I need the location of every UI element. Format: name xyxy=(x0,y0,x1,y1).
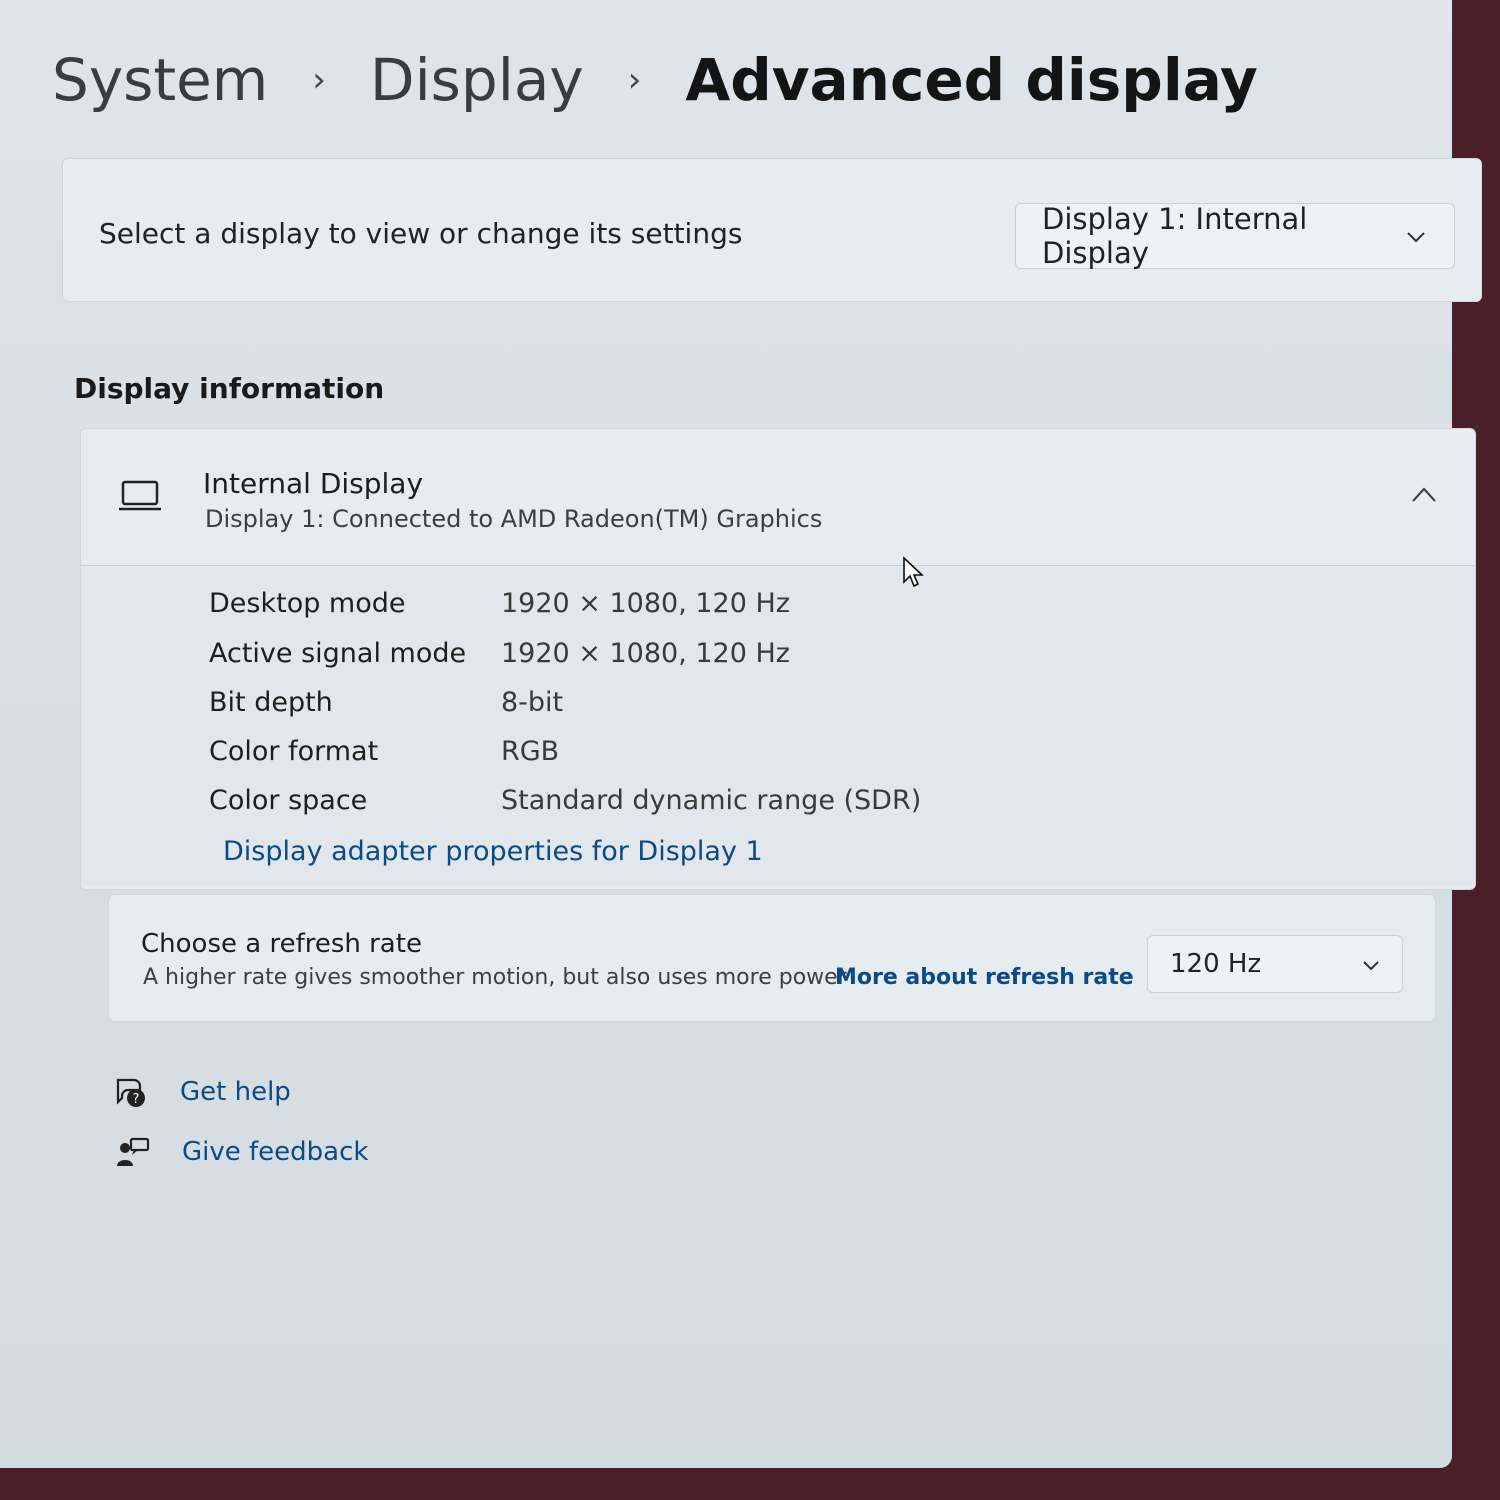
page-title: Advanced display xyxy=(685,46,1258,114)
display-information-heading: Display information xyxy=(74,372,385,405)
settings-window: System › Display › Advanced display Sele… xyxy=(0,0,1482,1468)
feedback-icon xyxy=(117,1137,150,1166)
laptop-icon xyxy=(119,480,161,511)
select-display-card: Select a display to view or change its s… xyxy=(62,158,1482,302)
display-select-dropdown[interactable]: Display 1: Internal Display xyxy=(1015,202,1455,270)
mouse-cursor-icon xyxy=(903,556,925,588)
display-name: Internal Display xyxy=(203,467,424,500)
chevron-up-icon[interactable] xyxy=(1411,485,1437,505)
chevron-down-icon xyxy=(1406,224,1426,248)
desktop-mode-value: 1920 × 1080, 120 Hz xyxy=(501,588,790,619)
breadcrumb-separator: › xyxy=(312,60,326,100)
color-format-value: RGB xyxy=(501,736,560,767)
select-display-label: Select a display to view or change its s… xyxy=(99,217,743,250)
refresh-rate-title: Choose a refresh rate xyxy=(141,929,422,959)
get-help-link[interactable]: ? Get help xyxy=(114,1076,291,1108)
display-information-card: Internal Display Display 1: Connected to… xyxy=(80,428,1476,890)
refresh-rate-value: 120 Hz xyxy=(1170,949,1262,979)
breadcrumb: System › Display › Advanced display xyxy=(52,40,1258,120)
breadcrumb-system[interactable]: System xyxy=(52,46,268,114)
get-help-label: Get help xyxy=(180,1077,291,1107)
active-signal-mode-label: Active signal mode xyxy=(209,638,467,669)
give-feedback-link[interactable]: Give feedback xyxy=(116,1136,368,1168)
bit-depth-value: 8-bit xyxy=(501,687,564,718)
svg-text:?: ? xyxy=(133,1092,140,1107)
color-space-label: Color space xyxy=(209,785,368,816)
breadcrumb-display[interactable]: Display xyxy=(370,46,584,114)
display-information-header[interactable]: Internal Display Display 1: Connected to… xyxy=(81,429,1475,566)
display-connection: Display 1: Connected to AMD Radeon(TM) G… xyxy=(205,505,823,533)
chevron-down-icon xyxy=(1362,952,1380,976)
give-feedback-label: Give feedback xyxy=(182,1137,369,1167)
desktop-mode-label: Desktop mode xyxy=(209,588,406,619)
more-about-refresh-rate-link[interactable]: More about refresh rate xyxy=(835,965,1134,990)
bit-depth-label: Bit depth xyxy=(209,687,333,718)
display-adapter-properties-link[interactable]: Display adapter properties for Display 1 xyxy=(223,836,763,867)
refresh-rate-dropdown[interactable]: 120 Hz xyxy=(1147,935,1403,993)
color-space-value: Standard dynamic range (SDR) xyxy=(501,785,922,816)
display-information-details: Desktop mode 1920 × 1080, 120 Hz Active … xyxy=(81,566,1475,886)
breadcrumb-separator: › xyxy=(627,60,642,100)
display-select-value: Display 1: Internal Display xyxy=(1042,202,1308,270)
active-signal-mode-value: 1920 × 1080, 120 Hz xyxy=(501,638,790,669)
color-format-label: Color format xyxy=(209,736,379,767)
refresh-rate-description: A higher rate gives smoother motion, but… xyxy=(143,965,847,990)
refresh-rate-card: Choose a refresh rate A higher rate give… xyxy=(108,894,1436,1022)
help-icon: ? xyxy=(116,1078,145,1107)
